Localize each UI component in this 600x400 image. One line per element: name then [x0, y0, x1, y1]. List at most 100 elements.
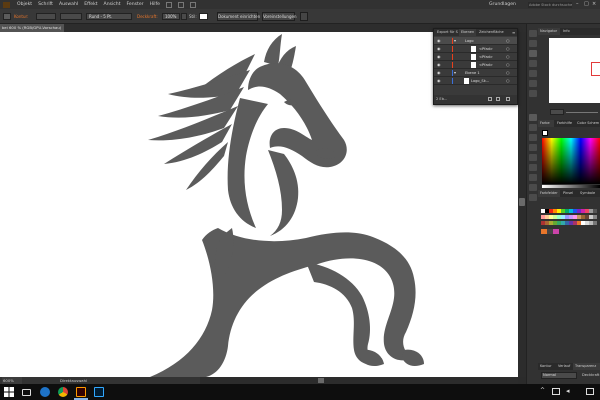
libraries-icon[interactable] — [529, 40, 537, 47]
volume-icon[interactable]: ◂ — [566, 387, 570, 395]
swatches-icon[interactable] — [529, 124, 537, 131]
blend-mode-select[interactable]: Normal — [541, 372, 577, 379]
stock-icon[interactable] — [178, 1, 185, 8]
tab-symbols[interactable]: Symbole — [578, 190, 598, 197]
new-layer-icon[interactable] — [488, 97, 492, 101]
stroke-weight-field[interactable] — [36, 13, 56, 20]
tab-export[interactable]: Export für S — [435, 29, 459, 36]
menu-schrift[interactable]: Schrift — [38, 2, 53, 7]
notification-icon[interactable] — [586, 388, 594, 395]
menu-effekt[interactable]: Effekt — [84, 2, 97, 7]
preferences-button[interactable]: Voreinstellungen — [262, 12, 296, 21]
tab-brushes[interactable]: Pinsel — [561, 190, 577, 197]
gradient-icon[interactable] — [529, 164, 537, 171]
visibility-eye-icon[interactable]: ◉ — [437, 69, 441, 77]
tab-navigator[interactable]: Navigator — [538, 28, 560, 35]
navigator-zoom-slider[interactable] — [566, 112, 598, 113]
brush-definition[interactable]: Rund - 5 Pt. — [86, 13, 132, 20]
artboards-icon[interactable] — [529, 60, 537, 67]
brushes-icon[interactable] — [529, 134, 537, 141]
target-circle-icon[interactable]: ○ — [506, 37, 510, 45]
panel-menu-icon[interactable]: ≡ — [512, 30, 515, 35]
swatch-grid[interactable] — [541, 201, 600, 237]
chrome-browser-icon[interactable] — [58, 387, 68, 397]
close-button[interactable]: × — [592, 1, 598, 7]
expand-arrow-icon[interactable]: ▾ — [454, 37, 456, 45]
target-circle-icon[interactable]: ○ — [506, 69, 510, 77]
navigator-view-box[interactable] — [591, 62, 600, 76]
search-field[interactable]: Adobe Stock durchsuchen — [528, 2, 572, 8]
tab-color-schemes[interactable]: Color Schem — [575, 120, 600, 127]
system-tray-chevron-icon[interactable]: ^ — [540, 387, 545, 394]
layers-icon[interactable] — [529, 50, 537, 57]
illustrator-app-icon[interactable] — [76, 387, 86, 397]
fill-swatch[interactable] — [3, 13, 11, 20]
white-black-ramp[interactable] — [542, 185, 600, 188]
tab-swatches[interactable]: Farbfelder — [538, 190, 560, 197]
layer-row-path[interactable]: ◉ <Pfad> ○ — [434, 45, 517, 53]
graphic-styles-icon[interactable] — [529, 194, 537, 201]
navigator-zoom-field[interactable] — [550, 109, 564, 115]
arrange-documents-icon[interactable] — [300, 12, 308, 21]
layer-row-path[interactable]: ◉ <Pfad> ○ — [434, 61, 517, 69]
tab-gradient[interactable]: Verlauf — [556, 363, 572, 370]
visibility-eye-icon[interactable]: ◉ — [437, 61, 441, 69]
color-icon[interactable] — [529, 114, 537, 121]
menu-objekt[interactable]: Objekt — [17, 2, 32, 7]
layer-row-sketch[interactable]: ◉ Logo_Sk... ○ — [434, 77, 517, 85]
color-spectrum[interactable] — [542, 138, 600, 184]
visibility-eye-icon[interactable]: ◉ — [437, 77, 441, 85]
target-circle-icon[interactable]: ○ — [506, 61, 510, 69]
stroke-icon[interactable] — [529, 154, 537, 161]
fill-stroke-indicator[interactable] — [542, 130, 548, 136]
layer-row-path[interactable]: ◉ <Pfad> ○ — [434, 53, 517, 61]
navigator-thumbnail[interactable] — [549, 38, 600, 103]
document-setup-button[interactable]: Dokument einrichten — [217, 12, 260, 21]
visibility-eye-icon[interactable]: ◉ — [437, 45, 441, 53]
menu-fenster[interactable]: Fenster — [127, 2, 144, 7]
appearance-icon[interactable] — [529, 184, 537, 191]
minimize-button[interactable]: – — [576, 1, 582, 7]
new-sublayer-icon[interactable] — [496, 97, 500, 101]
menu-hilfe[interactable]: Hilfe — [150, 2, 160, 7]
photoshop-app-icon[interactable] — [94, 387, 104, 397]
pathfinder-icon[interactable] — [529, 80, 537, 87]
menu-ansicht[interactable]: Ansicht — [104, 2, 121, 7]
trash-icon[interactable] — [506, 97, 510, 101]
menu-auswahl[interactable]: Auswahl — [59, 2, 78, 7]
network-icon[interactable] — [552, 388, 560, 395]
opacity-arrow-icon[interactable] — [181, 13, 187, 20]
layer-row-logo[interactable]: ◉ ▾ Logo ○ — [434, 37, 517, 45]
edge-browser-icon[interactable] — [40, 387, 50, 397]
tab-color-guide[interactable]: Farbhilfe — [555, 120, 574, 127]
tab-transparency[interactable]: Transparenz — [573, 363, 600, 370]
visibility-eye-icon[interactable]: ◉ — [437, 53, 441, 61]
target-circle-icon[interactable]: ○ — [506, 77, 510, 85]
target-circle-icon[interactable]: ○ — [506, 45, 510, 53]
horizontal-scroll-thumb[interactable] — [318, 378, 324, 383]
variable-width-field[interactable] — [60, 13, 82, 20]
layer-row-ebene1[interactable]: ◉ ▾ Ebene 1 ○ — [434, 69, 517, 77]
opacity-field[interactable]: 100% — [162, 13, 180, 20]
transform-icon[interactable] — [529, 90, 537, 97]
transparency-icon[interactable] — [529, 174, 537, 181]
document-tab[interactable]: bei 600 % (RGB/GPU-Vorschau) — [0, 24, 64, 32]
windows-start-icon[interactable] — [4, 387, 14, 397]
align-icon[interactable] — [529, 70, 537, 77]
maximize-button[interactable]: □ — [584, 1, 590, 7]
symbols-icon[interactable] — [529, 144, 537, 151]
bridge-icon[interactable] — [166, 1, 173, 8]
expand-arrow-icon[interactable]: ▾ — [454, 69, 456, 77]
arrange-icon[interactable] — [190, 1, 197, 8]
vertical-scroll-thumb[interactable] — [519, 198, 525, 206]
style-swatch[interactable] — [199, 13, 208, 20]
tab-artboards[interactable]: Zeichenfläche — [477, 29, 511, 36]
workspace-switcher[interactable]: Grundlagen — [489, 2, 516, 7]
layers-panel[interactable]: Export für S Ebenen Zeichenfläche ≡ ◉ ▾ … — [433, 28, 518, 105]
visibility-eye-icon[interactable]: ◉ — [437, 37, 441, 45]
properties-icon[interactable] — [529, 30, 537, 37]
tab-layers[interactable]: Ebenen — [459, 29, 476, 36]
tab-info[interactable]: Info — [561, 28, 575, 35]
tab-stroke[interactable]: Kontur — [538, 363, 555, 370]
tab-color[interactable]: Farbe — [538, 120, 554, 127]
